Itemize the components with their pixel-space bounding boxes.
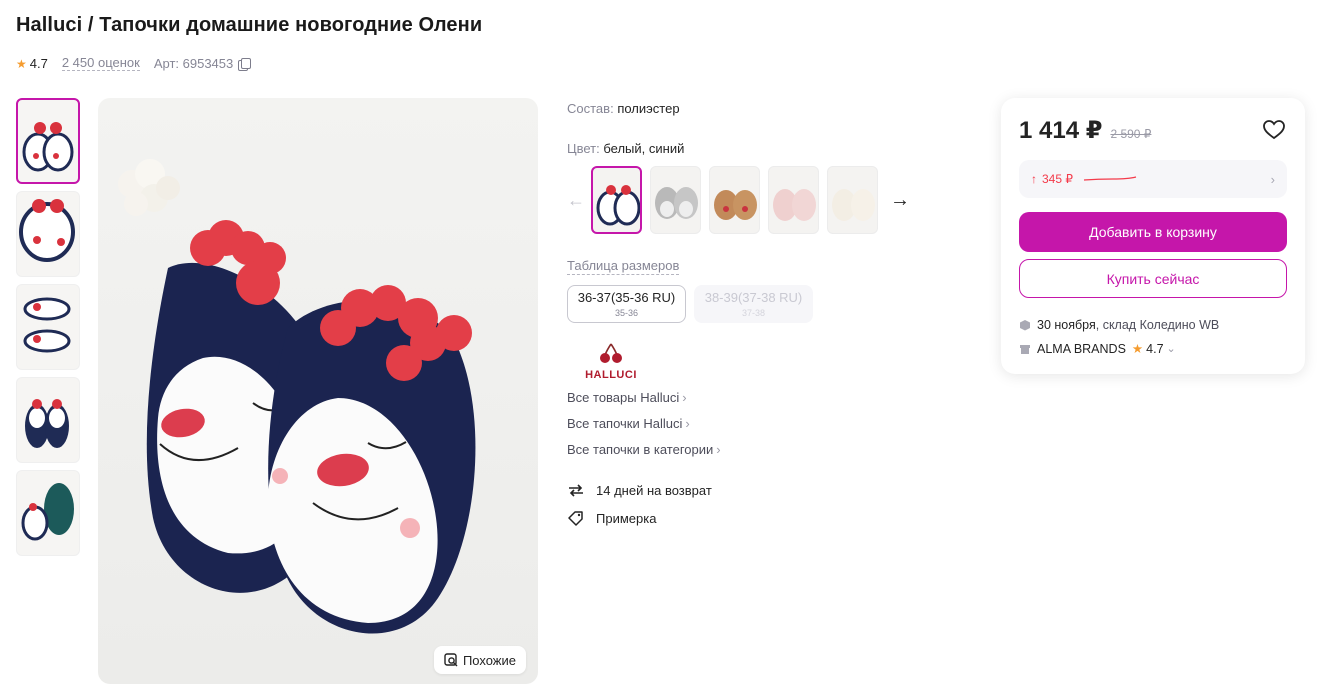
swatch-image xyxy=(832,189,875,221)
seller-name: ALMA BRANDS xyxy=(1037,341,1126,356)
discount-line-icon xyxy=(1083,176,1137,181)
arrow-up-icon: ↑ xyxy=(1031,172,1037,186)
link-all-category-slippers[interactable]: Все тапочки в категории › xyxy=(567,442,721,457)
cherry-icon xyxy=(600,343,622,363)
star-icon: ★ xyxy=(16,56,27,71)
product-title: Halluci / Тапочки домашние новогодние Ол… xyxy=(16,14,483,36)
add-to-cart-button[interactable]: Добавить в корзину xyxy=(1019,212,1287,252)
thumbnail-1[interactable] xyxy=(16,98,80,184)
thumbnail-2[interactable] xyxy=(16,191,80,277)
article-number: Арт: 6953453 xyxy=(153,56,234,71)
slipper-thumbnail-image xyxy=(21,483,74,541)
swatch-image xyxy=(655,187,698,219)
size-label: 38-39(37-38 RU) xyxy=(704,290,803,305)
tag-icon xyxy=(568,511,583,526)
arrow-right-icon[interactable]: → xyxy=(890,189,910,212)
link-label: Все товары Halluci xyxy=(567,390,680,405)
similar-icon xyxy=(444,653,458,667)
heart-icon[interactable] xyxy=(1263,120,1285,140)
link-label: Все тапочки в категории xyxy=(567,442,714,457)
color-swatches: ← → xyxy=(567,166,910,234)
thumbnail-4[interactable] xyxy=(16,377,80,463)
delivery-warehouse: , склад Коледино WB xyxy=(1095,318,1220,332)
perk-fitting: Примерка xyxy=(567,510,712,526)
size-label: 36-37(35-36 RU) xyxy=(577,290,676,305)
size-option-1[interactable]: 36-37(35-36 RU) 35-36 xyxy=(567,285,686,323)
slipper-thumbnail-image xyxy=(25,399,69,448)
star-icon: ★ xyxy=(1131,342,1144,356)
chevron-down-icon: ⌄ xyxy=(1166,343,1176,355)
brand-logo[interactable]: HALLUCI xyxy=(583,342,639,381)
size-table-link[interactable]: Таблица размеров xyxy=(567,258,680,275)
link-all-brand-items[interactable]: Все товары Halluci › xyxy=(567,390,721,405)
color-swatch-4[interactable] xyxy=(768,166,819,234)
swatch-image xyxy=(773,189,816,221)
buy-now-button[interactable]: Купить сейчас xyxy=(1019,259,1287,298)
link-all-brand-slippers[interactable]: Все тапочки Halluci › xyxy=(567,416,721,431)
color-row: Цвет: белый, синий xyxy=(567,141,684,156)
similar-button[interactable]: Похожие xyxy=(433,646,526,674)
chevron-right-icon: › xyxy=(682,390,687,405)
shop-icon xyxy=(1020,344,1030,354)
delivery-info: 30 ноября , склад Коледино WB xyxy=(1019,318,1219,332)
old-price: 2 590 ₽ xyxy=(1110,127,1152,141)
delivery-date: 30 ноября xyxy=(1037,318,1096,332)
chevron-right-icon: › xyxy=(685,416,690,431)
chevron-right-icon: › xyxy=(716,442,721,457)
seller-rating: 4.7 xyxy=(1146,341,1164,356)
copy-icon[interactable] xyxy=(238,57,252,71)
discount-row[interactable]: ↑ 345 ₽ › xyxy=(1019,160,1287,198)
size-options: 36-37(35-36 RU) 35-36 38-39(37-38 RU) 37… xyxy=(567,285,821,323)
color-swatch-5[interactable] xyxy=(827,166,878,234)
slipper-thumbnail-image xyxy=(19,199,75,262)
price-row: 1 414 ₽ 2 590 ₽ xyxy=(1019,116,1151,145)
color-label: Цвет: xyxy=(567,141,600,156)
return-arrows-icon xyxy=(569,484,583,497)
size-option-2[interactable]: 38-39(37-38 RU) 37-38 xyxy=(694,285,813,323)
main-product-image[interactable]: Похожие xyxy=(98,98,538,684)
composition-label: Состав: xyxy=(567,101,614,116)
perk-return: 14 дней на возврат xyxy=(567,482,712,498)
size-sub-label: 37-38 xyxy=(741,308,766,318)
swatch-image xyxy=(714,190,757,220)
composition-value: полиэстер xyxy=(617,101,680,116)
thumbnail-3[interactable] xyxy=(16,284,80,370)
thumbnail-list xyxy=(16,98,80,563)
color-swatch-1[interactable] xyxy=(591,166,642,234)
brand-links: Все товары Halluci › Все тапочки Halluci ›… xyxy=(567,390,721,468)
reviews-link[interactable]: 2 450 оценок xyxy=(61,56,140,71)
box-icon xyxy=(1020,320,1030,331)
link-label: Все тапочки Halluci xyxy=(567,416,683,431)
discount-amount: 345 ₽ xyxy=(1042,172,1073,186)
composition-row: Состав: полиэстер xyxy=(567,101,680,116)
product-rating: 4.7 xyxy=(29,56,48,71)
seller-info[interactable]: ALMA BRANDS ★ 4.7 ⌄ xyxy=(1019,341,1176,356)
product-meta: ★ 4.7 2 450 оценок Арт: 6953453 xyxy=(16,56,252,71)
size-sub-label: 35-36 xyxy=(614,308,639,318)
color-swatch-2[interactable] xyxy=(650,166,701,234)
similar-label: Похожие xyxy=(462,652,516,668)
slipper-thumbnail-image xyxy=(22,122,74,172)
current-price: 1 414 ₽ xyxy=(1019,117,1103,144)
color-swatch-3[interactable] xyxy=(709,166,760,234)
brand-name: HALLUCI xyxy=(585,369,637,381)
slippers-photo xyxy=(118,159,476,634)
slipper-thumbnail-image xyxy=(23,297,71,353)
color-value: белый, синий xyxy=(603,141,685,156)
arrow-left-icon[interactable]: ← xyxy=(567,190,587,211)
perk-fitting-label: Примерка xyxy=(596,510,657,526)
perks: 14 дней на возврат Примерка xyxy=(567,482,712,538)
purchase-card: 1 414 ₽ 2 590 ₽ ↑ 345 ₽ › Добавить в кор… xyxy=(1001,98,1305,374)
chevron-right-icon: › xyxy=(1270,171,1275,187)
thumbnail-5[interactable] xyxy=(16,470,80,556)
perk-return-label: 14 дней на возврат xyxy=(596,482,712,498)
swatch-image xyxy=(596,185,640,226)
